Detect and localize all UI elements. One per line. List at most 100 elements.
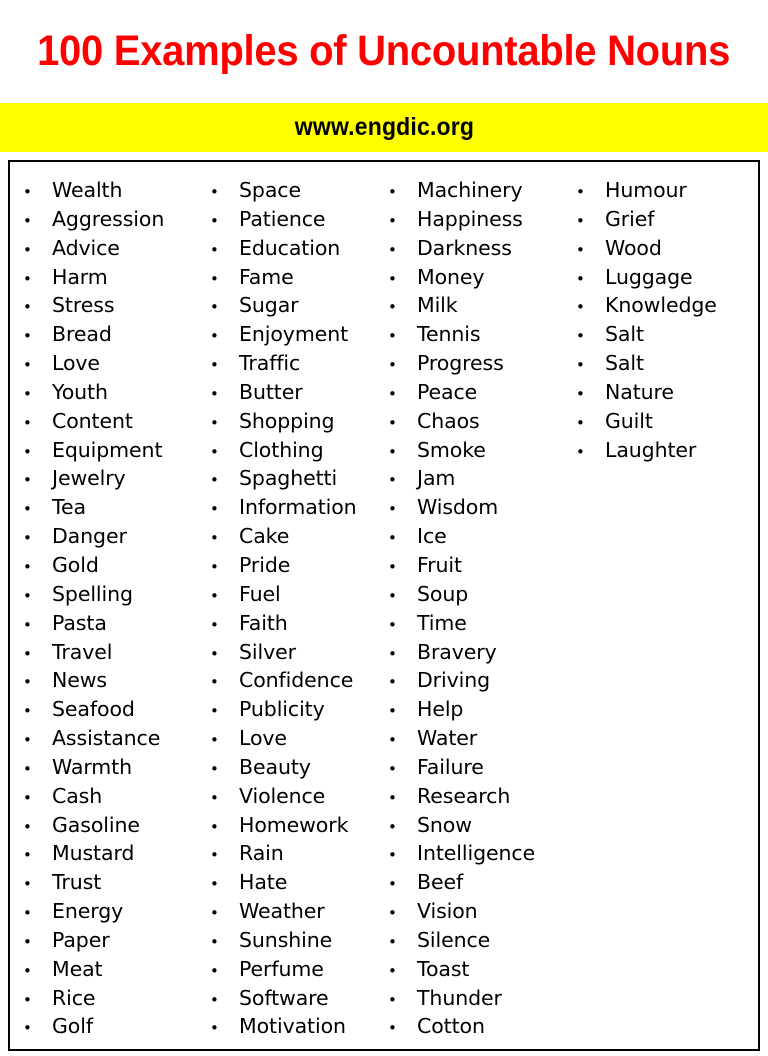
noun-label: Snow — [417, 812, 472, 837]
bullet-icon: • — [388, 327, 397, 346]
noun-label: Bravery — [417, 639, 497, 664]
noun-label: Smoke — [417, 437, 486, 462]
bullet-icon: • — [210, 759, 219, 778]
noun-label: Jam — [417, 466, 456, 491]
bullet-icon: • — [23, 1019, 32, 1038]
bullet-icon: • — [23, 932, 32, 951]
noun-label: Beauty — [239, 754, 311, 779]
noun-label: Darkness — [417, 235, 512, 260]
noun-label: Salt — [605, 322, 644, 347]
title-area: 100 Examples of Uncountable Nouns — [0, 0, 768, 103]
bullet-icon: • — [23, 356, 32, 375]
noun-label: Traffic — [239, 351, 301, 376]
bullet-icon: • — [388, 788, 397, 807]
noun-label: Publicity — [239, 697, 325, 722]
list-item: • Jewelry — [21, 464, 195, 493]
noun-label: Silver — [239, 639, 296, 664]
bullet-icon: • — [210, 384, 219, 403]
bullet-icon: • — [388, 500, 397, 519]
noun-label: Butter — [239, 379, 303, 404]
list-item: • Travel — [21, 638, 195, 667]
bullet-icon: • — [388, 269, 397, 288]
bullet-icon: • — [23, 327, 32, 346]
list-item: • Spelling — [21, 580, 195, 609]
noun-label: Sugar — [239, 293, 299, 318]
list-item: • Fame — [208, 263, 380, 292]
list-item: • Weather — [208, 897, 380, 926]
noun-label: Salt — [605, 351, 644, 376]
noun-label: Help — [417, 697, 464, 722]
noun-label: Laughter — [605, 437, 697, 462]
noun-label: Advice — [52, 235, 120, 260]
bullet-icon: • — [388, 615, 397, 634]
bullet-icon: • — [388, 356, 397, 375]
noun-label: Paper — [52, 927, 110, 952]
bullet-icon: • — [388, 586, 397, 605]
bullet-icon: • — [210, 788, 219, 807]
bullet-icon: • — [210, 269, 219, 288]
list-item: • Beef — [386, 868, 564, 897]
noun-label: Intelligence — [417, 841, 536, 866]
bullet-icon: • — [210, 932, 219, 951]
list-item: • Money — [386, 263, 564, 292]
noun-label: Research — [417, 783, 511, 808]
list-item: • Salt — [574, 349, 754, 378]
list-item: • Software — [208, 984, 380, 1013]
list-item: • Paper — [21, 926, 195, 955]
list-item: • Danger — [21, 522, 195, 551]
list-item: • Stress — [21, 291, 195, 320]
list-item: • Silence — [386, 926, 564, 955]
bullet-icon: • — [576, 384, 585, 403]
bullet-icon: • — [23, 298, 32, 317]
noun-label: Education — [239, 235, 341, 260]
list-item: • Homework — [208, 811, 380, 840]
list-item: • Love — [208, 724, 380, 753]
bullet-icon: • — [210, 904, 219, 923]
bullet-icon: • — [388, 240, 397, 259]
bullet-icon: • — [210, 875, 219, 894]
bullet-icon: • — [576, 356, 585, 375]
bullet-icon: • — [23, 788, 32, 807]
noun-label: Silence — [417, 927, 491, 952]
noun-label: Love — [52, 351, 100, 376]
bullet-icon: • — [210, 702, 219, 721]
list-item: • Spaghetti — [208, 464, 380, 493]
bullet-icon: • — [576, 269, 585, 288]
noun-label: Aggression — [52, 206, 165, 231]
bullet-icon: • — [23, 759, 32, 778]
list-item: • Laughter — [574, 436, 754, 465]
bullet-icon: • — [210, 557, 219, 576]
list-item: • Water — [386, 724, 564, 753]
noun-label: Machinery — [417, 178, 523, 202]
word-list-4: • Humour • Grief • Wood • Luggage • Knowledge • Sal… — [574, 176, 754, 464]
bullet-icon: • — [23, 211, 32, 230]
noun-label: Fuel — [239, 581, 281, 606]
bullet-icon: • — [388, 471, 397, 490]
noun-label: Nature — [605, 379, 674, 404]
list-item: • Progress — [386, 349, 564, 378]
list-item: • Toast — [386, 955, 564, 984]
list-item: • Traffic — [208, 349, 380, 378]
noun-label: Content — [52, 408, 133, 433]
bullet-icon: • — [23, 961, 32, 980]
list-item: • Pasta — [21, 609, 195, 638]
bullet-icon: • — [23, 557, 32, 576]
list-item: • Intelligence — [386, 839, 564, 868]
list-item: • Grief — [574, 205, 754, 234]
noun-label: Tennis — [417, 322, 481, 347]
noun-label: Guilt — [605, 408, 653, 433]
noun-label: Milk — [417, 293, 458, 318]
noun-label: Assistance — [52, 726, 161, 751]
list-item: • Education — [208, 234, 380, 263]
list-item: • Rice — [21, 984, 195, 1013]
bullet-icon: • — [210, 211, 219, 230]
list-item: • Chaos — [386, 407, 564, 436]
noun-label: Weather — [239, 899, 325, 924]
list-item: • Bravery — [386, 638, 564, 667]
list-item: • Silver — [208, 638, 380, 667]
bullet-icon: • — [23, 442, 32, 461]
bullet-icon: • — [388, 183, 397, 201]
noun-label: Rain — [239, 841, 284, 866]
website-banner: www.engdic.org — [0, 103, 768, 152]
noun-label: Trust — [52, 870, 102, 895]
